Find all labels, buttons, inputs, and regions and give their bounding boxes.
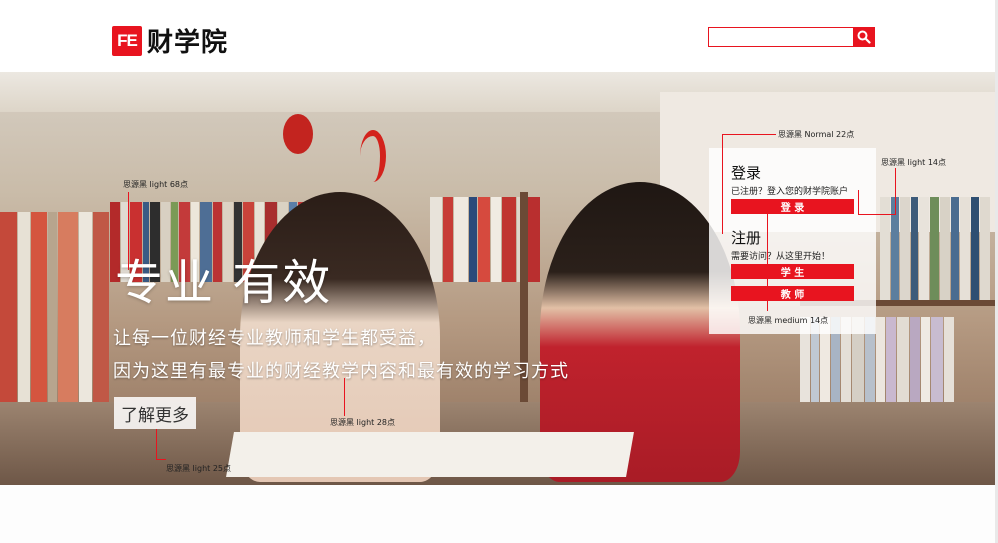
open-book	[226, 432, 634, 477]
login-heading: 登录	[731, 164, 762, 182]
teacher-button[interactable]: 教 师	[731, 286, 854, 301]
lantern-decoration	[283, 114, 313, 154]
annotation-light28: 思源黑 light 28点	[330, 418, 395, 427]
page-footer-area	[0, 485, 998, 543]
annotation-light68: 思源黑 light 68点	[123, 180, 188, 189]
annotation-line	[156, 459, 166, 460]
site-logo[interactable]: FE 财学院	[112, 22, 228, 59]
logo-text: 财学院	[147, 28, 229, 58]
register-heading: 注册	[731, 229, 762, 247]
annotation-medium14: 思源黑 medium 14点	[748, 316, 829, 325]
bookshelf-left	[0, 212, 110, 412]
login-panel: 登录 已注册？登入您的财学院账户 登 录 注册 需要访问？从这里开始！ 学 生 …	[709, 148, 876, 334]
annotation-line	[767, 207, 768, 311]
hero-subtitle-line2: 因为这里有最专业的财经教学内容和最有效的学习方式	[113, 361, 569, 382]
hero-title: 专业 有效	[115, 255, 333, 311]
bookshelf-center	[430, 197, 560, 282]
logo-mark: FE	[112, 25, 142, 56]
annotation-line	[858, 190, 859, 214]
annotation-line	[128, 192, 129, 270]
search-button[interactable]	[853, 27, 875, 47]
annotation-light25: 思源黑 light 25点	[166, 464, 231, 473]
annotation-line	[722, 134, 776, 135]
annotation-normal22: 思源黑 Normal 22点	[778, 130, 855, 139]
search-input[interactable]	[708, 27, 854, 47]
search-icon	[857, 30, 871, 44]
hero-subtitle-line1: 让每一位财经专业教师和学生都受益，	[113, 328, 436, 349]
annotation-line	[858, 214, 896, 215]
wall-decoration	[360, 130, 386, 182]
bookshelf-right	[880, 197, 995, 302]
login-text: 已注册？登入您的财学院账户	[731, 187, 849, 197]
hero-banner: 专业 有效 让每一位财经专业教师和学生都受益， 因为这里有最专业的财经教学内容和…	[0, 72, 998, 485]
annotation-line	[895, 168, 896, 214]
login-button[interactable]: 登 录	[731, 199, 854, 214]
annotation-line	[156, 429, 157, 459]
annotation-line	[344, 378, 345, 416]
top-header: FE 财学院	[0, 0, 998, 72]
register-text: 需要访问？从这里开始！	[731, 252, 831, 262]
annotation-line	[722, 134, 723, 234]
learn-more-button[interactable]: 了解更多	[114, 397, 196, 429]
student-button[interactable]: 学 生	[731, 264, 854, 279]
annotation-light14: 思源黑 light 14点	[881, 158, 946, 167]
shelf-board	[520, 192, 528, 422]
